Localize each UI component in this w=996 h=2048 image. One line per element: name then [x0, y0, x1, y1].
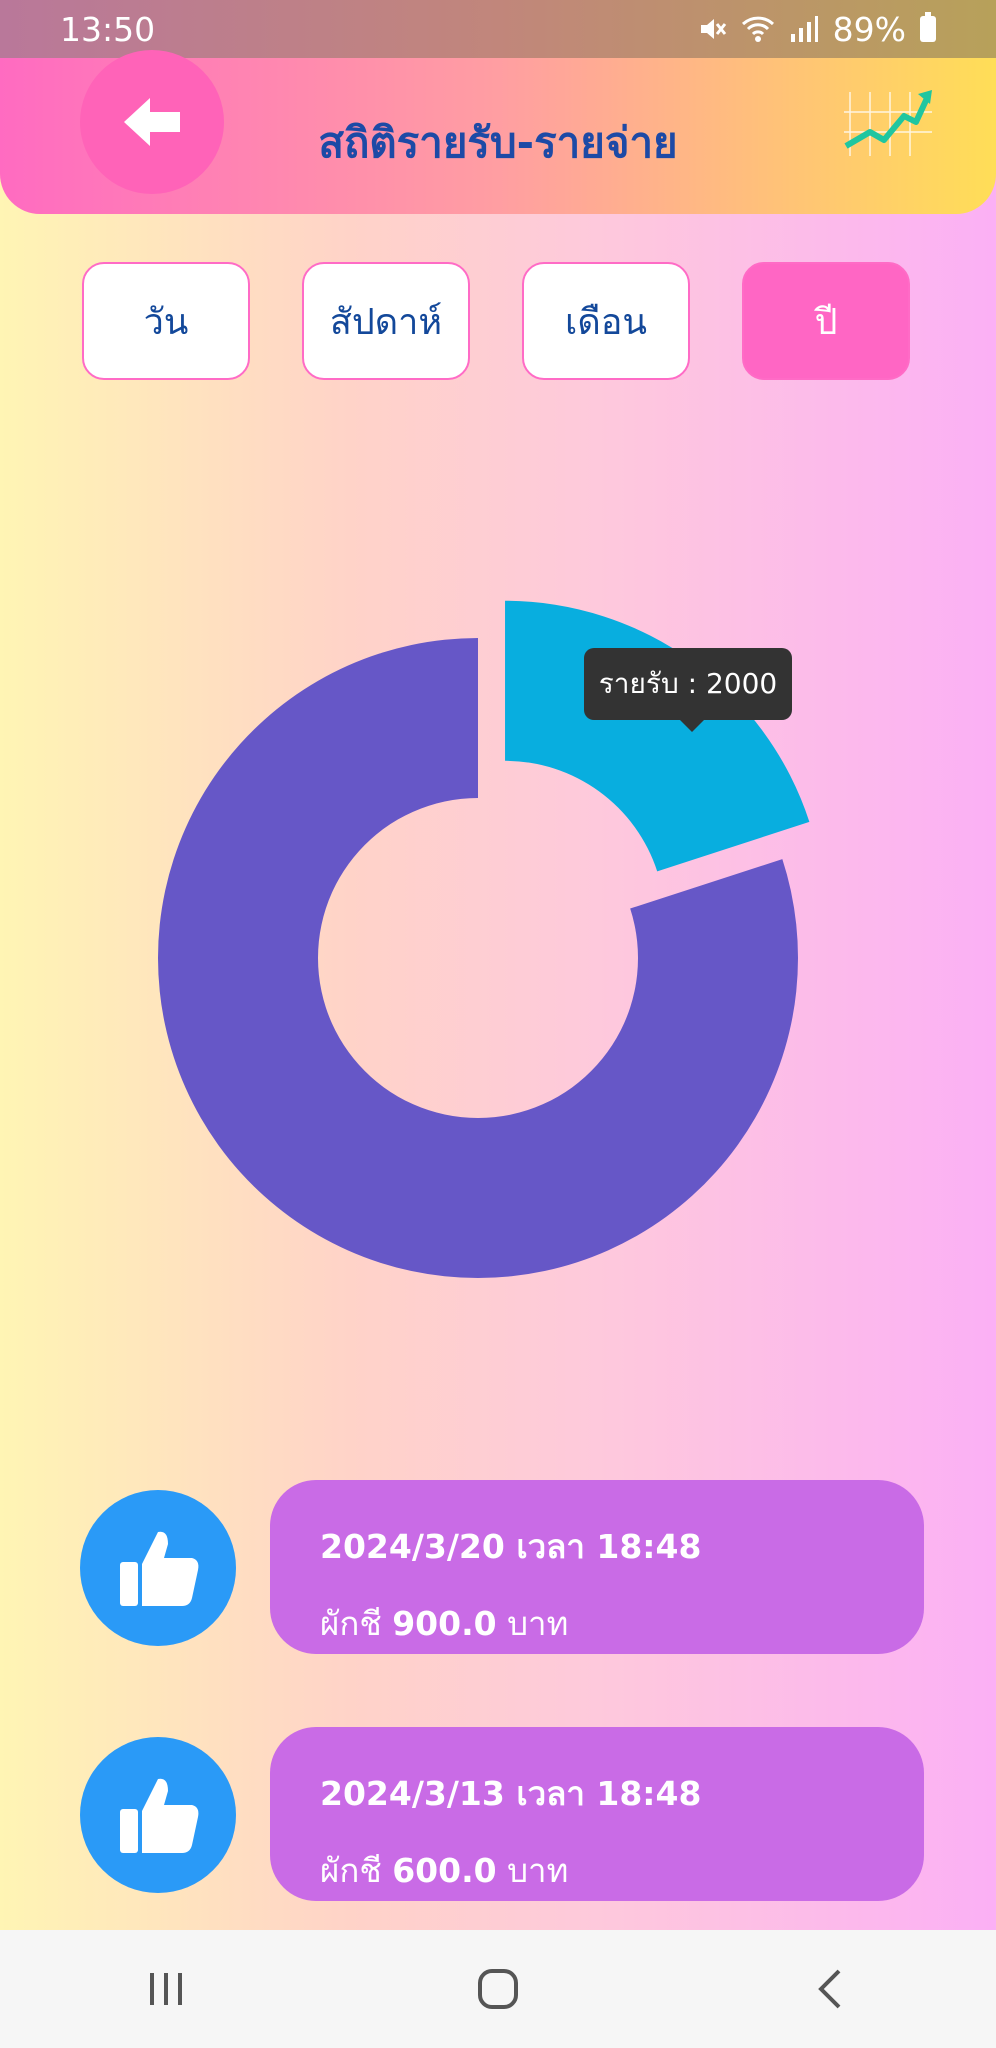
header: สถิติรายรับ-รายจ่าย: [0, 50, 996, 214]
list-item[interactable]: 2024/3/13 เวลา 18:48 ผักชี 600.0 บาท: [0, 1727, 996, 1901]
trend-chart-icon: [844, 90, 932, 156]
wifi-icon: [741, 16, 774, 42]
period-tabs: วัน สัปดาห์ เดือน ปี: [82, 262, 910, 380]
record-item: ผักชี: [320, 1604, 382, 1643]
donut-chart: [158, 600, 810, 1278]
like-badge: [80, 1737, 236, 1893]
back-nav-button[interactable]: [770, 1949, 890, 2029]
home-button[interactable]: [438, 1949, 558, 2029]
record-item: ผักชี: [320, 1851, 382, 1890]
record-detail: ผักชี 600.0 บาท: [320, 1844, 924, 1897]
recent-apps-button[interactable]: [106, 1949, 226, 2029]
recent-apps-icon: [150, 1973, 182, 2005]
list-item[interactable]: 2024/3/20 เวลา 18:48 ผักชี 900.0 บาท: [0, 1480, 996, 1654]
pie-slice-0[interactable]: [505, 600, 810, 872]
record-unit: บาท: [507, 1851, 569, 1890]
tab-week[interactable]: สัปดาห์: [302, 262, 470, 380]
system-nav-bar: [0, 1930, 996, 2048]
thumbs-up-icon: [120, 1531, 199, 1606]
tab-year[interactable]: ปี: [742, 262, 910, 380]
status-time: 13:50: [60, 9, 156, 49]
tab-day[interactable]: วัน: [82, 262, 250, 380]
status-icons: 89%: [697, 10, 936, 49]
record-datetime: 2024/3/20 เวลา 18:48: [320, 1527, 702, 1566]
record-unit: บาท: [507, 1604, 569, 1643]
mute-icon: [700, 19, 726, 39]
chevron-left-icon: [818, 1969, 841, 2009]
battery-icon: [920, 12, 936, 42]
record-card[interactable]: 2024/3/13 เวลา 18:48 ผักชี 600.0 บาท: [270, 1727, 924, 1901]
record-card[interactable]: 2024/3/20 เวลา 18:48 ผักชี 900.0 บาท: [270, 1480, 924, 1654]
record-amount: 900.0: [392, 1604, 497, 1643]
battery-percent: 89%: [832, 9, 906, 49]
tab-month[interactable]: เดือน: [522, 262, 690, 380]
like-badge: [80, 1490, 236, 1646]
chart-tooltip: รายรับ : 2000: [584, 648, 792, 732]
thumbs-up-icon: [120, 1778, 199, 1853]
signal-icon: [790, 16, 818, 42]
record-amount: 600.0: [392, 1851, 497, 1890]
record-datetime: 2024/3/13 เวลา 18:48: [320, 1774, 702, 1813]
record-detail: ผักชี 900.0 บาท: [320, 1597, 924, 1650]
home-icon: [478, 1969, 518, 2009]
chart-area: [0, 430, 996, 1440]
